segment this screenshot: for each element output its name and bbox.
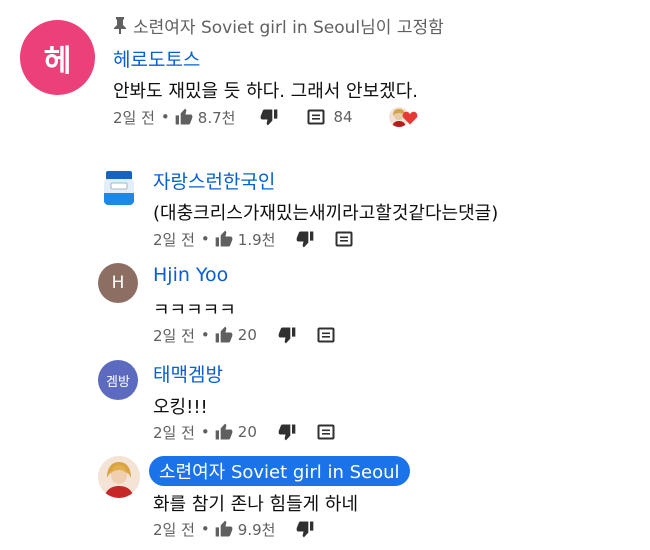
like-count: 20: [237, 326, 257, 344]
comment-icon[interactable]: [307, 108, 325, 126]
reply-text: (대충크리스가재밌는새끼라고할것같다는댓글): [153, 203, 499, 224]
avatar-proud-korean[interactable]: [98, 167, 140, 209]
like-count: 8.7천: [197, 108, 236, 127]
comment-icon[interactable]: [317, 423, 335, 441]
reply-text: ㅋㅋㅋㅋㅋ: [153, 300, 236, 321]
comment-author[interactable]: 헤로도토스: [113, 45, 200, 72]
thumb-down-icon[interactable]: [259, 107, 279, 127]
comment-text: 안봐도 재밌을 듯 하다. 그래서 안보겠다.: [113, 81, 419, 102]
avatar-letter: 헤: [43, 43, 72, 79]
separator-dot: •: [200, 423, 210, 441]
creator-heart-icon: [388, 106, 423, 128]
reply-author[interactable]: Hjin Yoo: [153, 264, 228, 286]
avatar-letter: 겜방: [106, 374, 130, 390]
comment-actions: 2일 전 • 8.7천 84: [113, 106, 423, 128]
like-count: 20: [237, 423, 257, 441]
thumb-up-icon[interactable]: [214, 519, 234, 539]
pinned-text: 소련여자 Soviet girl in Seoul님이 고정함: [133, 17, 444, 38]
avatar-taemaek-gamebang[interactable]: 겜방: [98, 360, 138, 400]
thumb-down-icon[interactable]: [277, 422, 297, 442]
comment-icon[interactable]: [335, 230, 353, 248]
reply-actions: 2일 전 • 9.9천: [153, 518, 315, 540]
reply-time[interactable]: 2일 전: [153, 325, 195, 346]
reply-time[interactable]: 2일 전: [153, 519, 195, 540]
reply-actions: 2일 전 • 20: [153, 324, 335, 346]
avatar-letter: H: [111, 273, 125, 293]
avatar-herodotos[interactable]: 헤: [20, 20, 95, 95]
thumb-up-icon[interactable]: [174, 107, 194, 127]
comment-time[interactable]: 2일 전: [113, 107, 155, 128]
reply-author[interactable]: 자랑스런한국인: [153, 167, 275, 194]
avatar-soviet-girl[interactable]: [98, 456, 140, 498]
reply-time[interactable]: 2일 전: [153, 422, 195, 443]
separator-dot: •: [200, 520, 210, 538]
reply-count[interactable]: 84: [333, 108, 352, 126]
pinned-label: 소련여자 Soviet girl in Seoul님이 고정함: [113, 14, 444, 38]
reply-author: 소련여자 Soviet girl in Seoul: [159, 462, 400, 483]
avatar-hjin-yoo[interactable]: H: [98, 263, 138, 303]
thumb-down-icon[interactable]: [295, 229, 315, 249]
thumb-up-icon[interactable]: [214, 325, 234, 345]
separator-dot: •: [200, 230, 210, 248]
channel-owner-chip[interactable]: 소련여자 Soviet girl in Seoul: [149, 456, 410, 486]
reply-author[interactable]: 태맥겜방: [153, 360, 223, 387]
thumb-up-icon[interactable]: [214, 229, 234, 249]
reply-actions: 2일 전 • 20: [153, 421, 335, 443]
comment-icon[interactable]: [317, 326, 335, 344]
reply-text: 오킹!!!: [153, 397, 208, 418]
thumb-down-icon[interactable]: [277, 325, 297, 345]
reply-text: 화를 참기 존나 힘들게 하네: [153, 494, 359, 515]
separator-dot: •: [160, 108, 170, 126]
reply-time[interactable]: 2일 전: [153, 229, 195, 250]
reply-actions: 2일 전 • 1.9천: [153, 228, 353, 250]
pin-icon: [114, 17, 126, 34]
thumb-down-icon[interactable]: [295, 519, 315, 539]
like-count: 1.9천: [237, 230, 276, 249]
separator-dot: •: [200, 326, 210, 344]
like-count: 9.9천: [237, 520, 276, 539]
thumb-up-icon[interactable]: [214, 422, 234, 442]
